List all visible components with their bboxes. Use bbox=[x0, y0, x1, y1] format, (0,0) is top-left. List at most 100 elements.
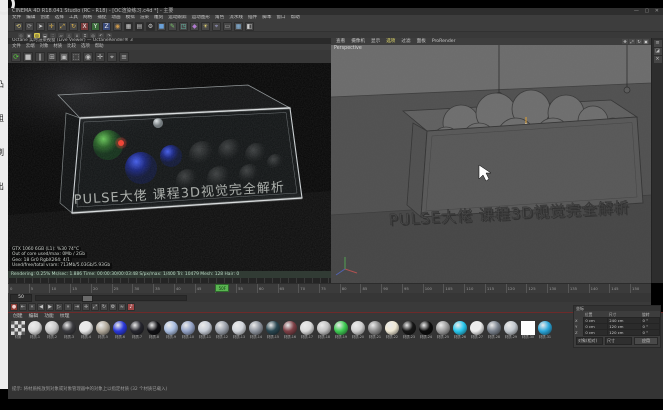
undo-icon[interactable]: ⟲ bbox=[14, 22, 23, 31]
material-preview-sphere[interactable] bbox=[283, 321, 297, 335]
dock-menu-icon[interactable]: ≡ bbox=[654, 40, 662, 47]
material-preview-sphere[interactable] bbox=[232, 321, 246, 335]
material-swatch[interactable]: 材质.19 bbox=[333, 321, 349, 339]
add-light-icon[interactable]: ☀ bbox=[201, 22, 210, 31]
material-preview-sphere[interactable] bbox=[300, 321, 314, 335]
vp-menu-6[interactable]: ProRender bbox=[432, 38, 456, 45]
pick-focus-icon[interactable]: ✛ bbox=[95, 52, 105, 62]
material-preview-sphere[interactable] bbox=[62, 321, 76, 335]
coords-mode-dropdown[interactable]: 对象(相对) bbox=[576, 337, 603, 345]
coord-system-icon[interactable]: ◉ bbox=[113, 22, 122, 31]
viewer-settings-icon[interactable]: ≡ bbox=[119, 52, 129, 62]
material-preview-sphere[interactable] bbox=[487, 321, 501, 335]
timeline-ruler[interactable]: 0510152025303540455055606570758085909510… bbox=[8, 283, 651, 293]
mat-menu-3[interactable]: 纹理 bbox=[60, 313, 70, 320]
vp-menu-5[interactable]: 面板 bbox=[417, 38, 426, 45]
frame-range-slider[interactable] bbox=[35, 295, 187, 301]
material-swatch[interactable]: 材质.3 bbox=[61, 321, 77, 339]
material-preview-sphere[interactable] bbox=[96, 321, 110, 335]
goto-start-icon[interactable]: ⇤ bbox=[19, 303, 27, 311]
goto-end-icon[interactable]: ⇥ bbox=[73, 303, 81, 311]
key-pla-icon[interactable]: ≈ bbox=[118, 303, 126, 311]
material-preview-sphere[interactable] bbox=[334, 321, 348, 335]
material-swatch[interactable]: 材质.7 bbox=[129, 321, 145, 339]
material-preview-sphere[interactable] bbox=[266, 321, 280, 335]
next-key-icon[interactable]: » bbox=[64, 303, 72, 311]
material-preview-sphere[interactable] bbox=[28, 321, 42, 335]
polygons-mode-icon[interactable]: △ bbox=[66, 33, 72, 38]
timeline-playhead[interactable]: 50F bbox=[215, 284, 229, 292]
select-tool-icon[interactable]: ➤ bbox=[36, 22, 45, 31]
add-generator-icon[interactable]: ◳ bbox=[179, 22, 188, 31]
enable-snap-icon[interactable]: ∪ bbox=[74, 33, 80, 38]
add-camera-icon[interactable]: ⌖ bbox=[212, 22, 221, 31]
material-preview-sphere[interactable] bbox=[317, 321, 331, 335]
view-undo-icon[interactable]: ↶ bbox=[98, 33, 104, 38]
layout-icon[interactable]: ◧ bbox=[245, 22, 254, 31]
lock-resolution-icon[interactable]: ▣ bbox=[59, 52, 69, 62]
render-settings-icon[interactable]: ⚙ bbox=[146, 22, 155, 31]
grid-array-icon[interactable]: ▦ bbox=[234, 22, 243, 31]
move-tool-icon[interactable]: ✛ bbox=[47, 22, 56, 31]
pick-material-icon[interactable]: ◉ bbox=[83, 52, 93, 62]
material-preview-sphere[interactable] bbox=[11, 321, 25, 335]
apply-button[interactable]: 应用 bbox=[634, 337, 658, 345]
frame-range-handle[interactable] bbox=[82, 295, 93, 302]
material-preview-sphere[interactable] bbox=[419, 321, 433, 335]
material-swatch[interactable]: 材质.5 bbox=[95, 321, 111, 339]
viewport-canvas[interactable]: PULSE大佬 课程3D视觉完全解析 PULSE大佬 课程3D视觉完全解析 Pe… bbox=[331, 45, 651, 283]
points-mode-icon[interactable]: ∷ bbox=[50, 33, 56, 38]
key-position-icon[interactable]: ✛ bbox=[82, 303, 90, 311]
material-swatch[interactable]: 材质.13 bbox=[231, 321, 247, 339]
material-swatch[interactable]: 材质.28 bbox=[486, 321, 502, 339]
redo-icon[interactable]: ⟳ bbox=[25, 22, 34, 31]
material-swatch[interactable]: 材质.2 bbox=[44, 321, 60, 339]
material-swatch[interactable]: 材质.18 bbox=[316, 321, 332, 339]
vp-menu-4[interactable]: 过滤 bbox=[401, 38, 410, 45]
play-icon[interactable]: ▶ bbox=[46, 303, 54, 311]
vp-menu-3[interactable]: 选项 bbox=[386, 38, 395, 45]
viewport-pan-icon[interactable]: ✥ bbox=[622, 39, 628, 44]
material-preview-sphere[interactable] bbox=[504, 321, 518, 335]
material-swatch[interactable]: 材质.23 bbox=[401, 321, 417, 339]
material-swatch[interactable]: 材质.31 bbox=[537, 321, 553, 339]
material-swatch[interactable]: 材质.8 bbox=[146, 321, 162, 339]
model-mode-icon[interactable]: ▣ bbox=[26, 33, 32, 38]
material-swatch[interactable]: 材质.1 bbox=[27, 321, 43, 339]
refresh-geometry-icon[interactable]: ⊞ bbox=[47, 52, 57, 62]
current-frame-field[interactable]: 50 bbox=[10, 294, 32, 302]
dock-pin-icon[interactable]: ◪ bbox=[654, 48, 662, 55]
mat-menu-2[interactable]: 功能 bbox=[44, 313, 54, 320]
material-swatch[interactable]: 材质 bbox=[10, 321, 26, 339]
vp-menu-2[interactable]: 显示 bbox=[371, 38, 380, 45]
material-swatch[interactable]: 材质.25 bbox=[435, 321, 451, 339]
material-swatch[interactable]: 材质.9 bbox=[163, 321, 179, 339]
material-preview-sphere[interactable] bbox=[368, 321, 382, 335]
material-preview-sphere[interactable] bbox=[402, 321, 416, 335]
material-swatch[interactable]: 材质.21 bbox=[367, 321, 383, 339]
key-scale-icon[interactable]: ⤢ bbox=[91, 303, 99, 311]
z-size-field[interactable]: 120 cm bbox=[608, 330, 641, 336]
viewport-toggle-icon[interactable]: ▣ bbox=[643, 39, 649, 44]
scale-tool-icon[interactable]: ⤢ bbox=[58, 22, 67, 31]
add-spline-icon[interactable]: ✎ bbox=[168, 22, 177, 31]
material-preview-sphere[interactable] bbox=[538, 321, 552, 335]
region-render-icon[interactable]: ⬚ bbox=[71, 52, 81, 62]
key-parameter-icon[interactable]: ⚙ bbox=[109, 303, 117, 311]
material-preview-sphere[interactable] bbox=[147, 321, 161, 335]
window-controls[interactable]: — ▢ ✕ bbox=[634, 8, 661, 15]
material-swatch[interactable]: 材质.20 bbox=[350, 321, 366, 339]
add-deformer-icon[interactable]: ◆ bbox=[190, 22, 199, 31]
texture-mode-icon[interactable]: ▨ bbox=[34, 33, 40, 38]
vp-menu-0[interactable]: 查看 bbox=[336, 38, 345, 45]
mat-menu-0[interactable]: 创建 bbox=[13, 313, 23, 320]
material-preview-sphere[interactable] bbox=[45, 321, 59, 335]
material-preview-sphere[interactable] bbox=[79, 321, 93, 335]
material-swatch[interactable]: 材质.29 bbox=[503, 321, 519, 339]
rotate-tool-icon[interactable]: ↻ bbox=[69, 22, 78, 31]
material-swatch[interactable]: 材质.12 bbox=[214, 321, 230, 339]
material-swatch[interactable]: 材质.16 bbox=[282, 321, 298, 339]
render-view-icon[interactable]: ▦ bbox=[124, 22, 133, 31]
material-preview-sphere[interactable] bbox=[521, 321, 535, 335]
viewport-solo-icon[interactable]: ◎ bbox=[90, 33, 96, 38]
